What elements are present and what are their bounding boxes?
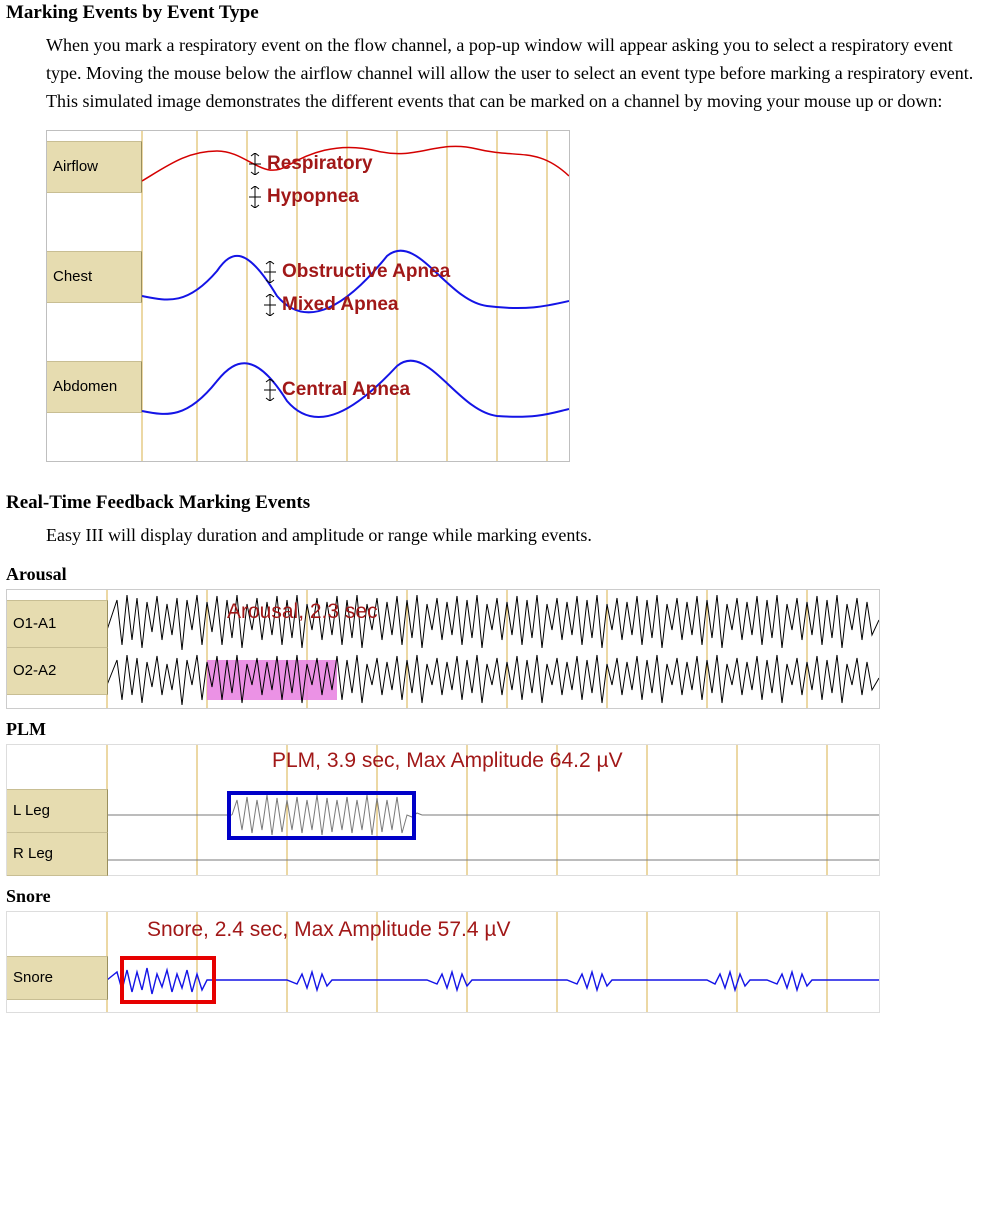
arousal-figure: O1-A1 O2-A2 Arousal, 2.3 sec [6, 589, 880, 709]
event-obstructive-apnea: Obstructive Apnea [262, 261, 450, 283]
snore-label: Snore, 2.4 sec, Max Amplitude 57.4 µV [147, 918, 510, 942]
plm-heading: PLM [6, 719, 982, 740]
cursor-icon [262, 294, 278, 316]
cursor-icon [262, 379, 278, 401]
event-central-apnea: Central Apnea [262, 379, 410, 401]
channel-lleg: L Leg [7, 789, 108, 833]
section-body-1: When you mark a respiratory event on the… [46, 32, 982, 116]
cursor-icon [247, 186, 263, 208]
arousal-label: Arousal, 2.3 sec [227, 600, 378, 624]
plm-figure: L Leg R Leg PLM, 3.9 sec, Max Amplitude … [6, 744, 880, 876]
channel-label-airflow: Airflow [47, 141, 142, 193]
section-title-1: Marking Events by Event Type [6, 2, 982, 24]
cursor-icon [262, 261, 278, 283]
channel-snore: Snore [7, 956, 108, 1000]
section-title-2: Real-Time Feedback Marking Events [6, 492, 982, 514]
channel-label-abdomen: Abdomen [47, 361, 142, 413]
channel-o1a1: O1-A1 [7, 600, 108, 648]
event-respiratory: Respiratory [247, 153, 373, 175]
snore-heading: Snore [6, 886, 982, 907]
section-body-2: Easy III will display duration and ampli… [46, 522, 982, 550]
cursor-icon [247, 153, 263, 175]
arousal-heading: Arousal [6, 564, 982, 585]
event-mixed-apnea: Mixed Apnea [262, 294, 399, 316]
channel-label-chest: Chest [47, 251, 142, 303]
channel-o2a2: O2-A2 [7, 648, 108, 695]
snore-figure: Snore Snore, 2.4 sec, Max Amplitude 57.4… [6, 911, 880, 1013]
channel-rleg: R Leg [7, 833, 108, 876]
event-hypopnea: Hypopnea [247, 186, 359, 208]
event-type-simulation: Airflow Chest Abdomen Respiratory Hypopn… [46, 130, 570, 462]
plm-label: PLM, 3.9 sec, Max Amplitude 64.2 µV [272, 749, 623, 773]
